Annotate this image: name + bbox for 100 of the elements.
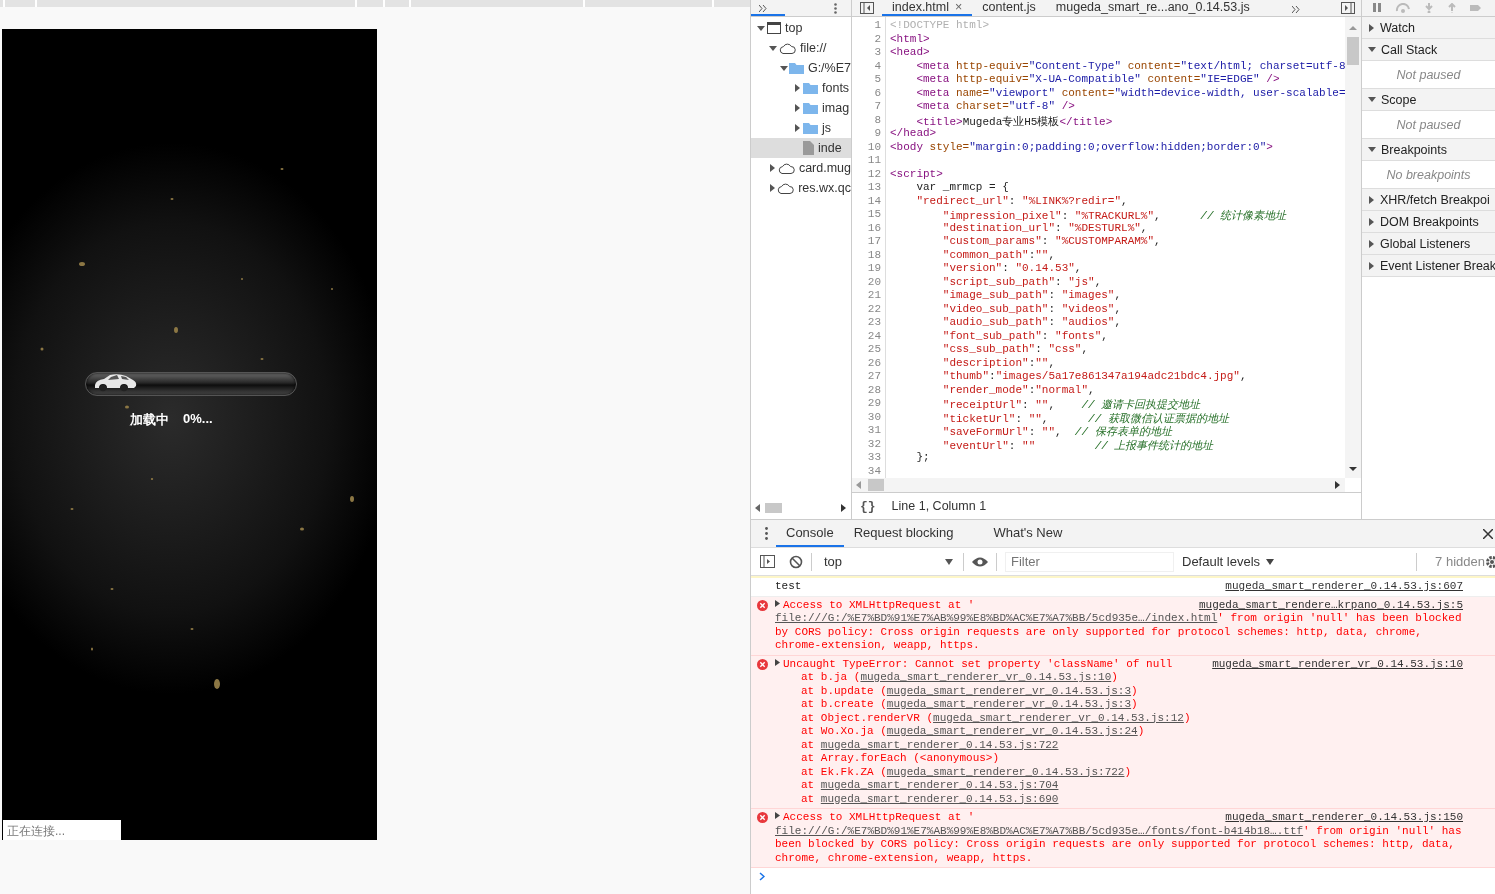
drawer-tab[interactable]: What's New [983,520,1073,547]
source-link[interactable]: mugeda_smart_renderer_0.14.53.js:607 [1225,580,1463,594]
code-line: <meta http-equiv="Content-Type" content="text/html; charset=utf-8 [915,59,1346,72]
line-number: 26 [866,356,882,370]
line-number: 1 [873,19,882,33]
tree-item[interactable]: fonts [751,78,851,98]
source-link[interactable]: mugeda_smart_rendere…krpano_0.14.53.js:5 [1198,598,1463,612]
pane-section-header[interactable]: Global Listeners [1362,233,1495,255]
error-icon [757,812,768,823]
source-link[interactable]: mugeda_smart_renderer_vr_0.14.53.js:24 [886,725,1138,737]
line-number: 32 [866,437,882,451]
source-link[interactable]: mugeda_smart_renderer_0.14.53.js:150 [1225,811,1463,825]
scroll-right-arrow-icon[interactable] [841,504,847,512]
pane-section-header[interactable]: Breakpoints [1362,139,1495,161]
source-link[interactable]: mugeda_smart_renderer_vr_0.14.53.js:10 [860,671,1112,683]
horizontal-scrollbar[interactable] [852,478,1345,492]
source-link[interactable]: mugeda_smart_renderer_0.14.53.js:704 [820,779,1059,791]
tree-item[interactable]: file:// [751,38,851,58]
code-line: </head> [890,127,937,139]
tree-item[interactable]: js [751,118,851,138]
frame-icon [767,22,781,34]
line-number: 34 [866,464,882,478]
log-levels-dropdown[interactable]: Default levels [1182,554,1275,569]
source-link[interactable]: mugeda_smart_renderer_vr_0.14.53.js:12 [933,711,1184,724]
file-tab[interactable]: mugeda_smart_re...ano_0.14.53.js [1045,0,1260,16]
pane-section-header[interactable]: Scope [1362,89,1495,111]
source-link[interactable]: mugeda_smart_renderer_0.14.53.js:722 [886,765,1125,778]
code-line: <head> [890,46,930,58]
toggle-navigator-icon[interactable] [860,2,874,14]
line-number: 25 [866,343,882,357]
close-icon[interactable] [1483,528,1493,539]
source-link[interactable]: mugeda_smart_renderer_vr_0.14.53.js:10 [1212,657,1463,671]
code-line: "impression_pixel": "%TRACKURL%", // 统计像素地址 [941,210,1287,222]
vertical-scrollbar[interactable] [1345,17,1361,478]
scroll-left-arrow-icon[interactable] [755,504,761,512]
source-link[interactable]: mugeda_smart_renderer_vr_0.14.53.js:3 [886,684,1132,697]
settings-icon[interactable] [1485,554,1495,569]
expand-triangle-icon[interactable] [775,599,780,607]
drawer-tab[interactable]: Request blocking [843,520,964,547]
code-line: <meta name="viewport" content="width=device-width, user-scalable= [915,86,1346,99]
file-tab[interactable]: index.html × [882,0,973,16]
folder-icon [803,102,818,114]
line-number: 2 [873,32,882,46]
scroll-up-arrow-icon[interactable] [1349,23,1357,33]
file-link[interactable]: file:///G:/%E7%BD%91%E7%AB%99%E8%BD%AC%E7%A7%BB/5cd935e…/index.html [775,612,1218,624]
line-number: 24 [866,329,882,343]
expand-triangle-icon[interactable] [775,812,780,819]
pane-section-header[interactable]: XHR/fetch Breakpoi [1362,189,1495,211]
tree-item[interactable]: inde [751,138,851,158]
clear-console-icon[interactable] [789,554,803,569]
tree-item[interactable]: res.wx.qc [751,178,851,198]
line-number: 13 [866,181,882,195]
code-line: "receiptUrl": "", // 邀请卡回执提交地址 [941,399,1201,411]
code-line: "audio_sub_path": "audios", [941,316,1122,328]
drawer-tab[interactable]: Console [776,520,844,547]
line-number: 15 [866,208,882,222]
stack-frame: at Ek.Fk.ZA (mugeda_smart_renderer_0.14.53.js:722) [775,765,1463,779]
scroll-down-arrow-icon[interactable] [1349,464,1357,474]
scroll-left-arrow-icon[interactable] [856,481,862,489]
source-link[interactable]: mugeda_smart_renderer_0.14.53.js:690 [820,792,1059,805]
pane-section-header[interactable]: Call Stack [1362,39,1495,61]
code-line: <meta http-equiv="X-UA-Compatible" content="IE=EDGE" /> [915,73,1280,85]
more-menu-icon [834,3,837,14]
error-message: Access to XMLHttpRequest at ' [783,811,975,823]
scrollbar-thumb[interactable] [868,479,884,491]
pane-section-header[interactable]: DOM Breakpoints [1362,211,1495,233]
line-number: 33 [866,451,882,465]
hidden-count: 7 hidden [1435,554,1485,569]
more-menu-icon[interactable] [765,527,768,540]
context-select[interactable]: top [820,554,955,569]
scrollbar-thumb[interactable] [765,503,782,513]
source-link[interactable]: mugeda_smart_renderer_vr_0.14.53.js:3 [886,698,1132,710]
stack-frame: at Object.renderVR (mugeda_smart_renderer_vr_0.14.53.js:12) [775,711,1463,725]
tree-item[interactable]: imag [751,98,851,118]
line-number: 4 [873,59,882,73]
file-link[interactable]: file:///G:/%E7%BD%91%E7%AB%99%E8%BD%AC%E7%A7%BB/5cd935e…/fonts/font-b414b18….ttf [775,824,1304,837]
source-link[interactable]: mugeda_smart_renderer_0.14.53.js:722 [820,738,1059,751]
code-line: "description":"", [941,356,1056,369]
line-number: 27 [866,370,882,384]
double-chevron-icon[interactable] [751,2,785,16]
pane-section-header[interactable]: Watch [1362,17,1495,39]
scroll-right-arrow-icon[interactable] [1335,481,1341,489]
pause-icon[interactable] [1372,3,1382,13]
toggle-sidebar-icon[interactable] [1341,2,1355,14]
filter-input[interactable]: Filter [1005,551,1174,572]
tree-item[interactable]: G:/%E7 [751,58,851,78]
tree-item[interactable]: top [751,18,851,38]
sidebar-toggle-icon[interactable] [760,555,775,568]
double-chevron-icon[interactable] [1292,6,1301,13]
stack-frame: at b.ja (mugeda_smart_renderer_vr_0.14.53.js:10) [775,671,1463,685]
expand-triangle-icon[interactable] [775,658,780,666]
eye-icon[interactable] [972,556,988,567]
file-tab[interactable]: content.js [972,0,1046,16]
scrollbar-thumb[interactable] [1347,37,1359,65]
line-number: 29 [866,397,882,411]
stack-frame: at Wo.Xo.ja (mugeda_smart_renderer_vr_0.14.53.js:24) [775,725,1463,739]
error-detail: file:///G:/%E7%BD%91%E7%AB%99%E8%BD%AC%E7%A7%BB/5cd935e…/fonts/font-b414b18….ttf' from origin 'null' has been blocked by CORS policy: Cross origin requests are only supported for protocol schemes: http, data, chrome, chrome-extension, weapp, https. [775,824,1463,865]
file-icon [803,141,814,155]
tree-item[interactable]: card.mug [751,158,851,178]
pretty-print-button[interactable]: {} [860,498,876,514]
